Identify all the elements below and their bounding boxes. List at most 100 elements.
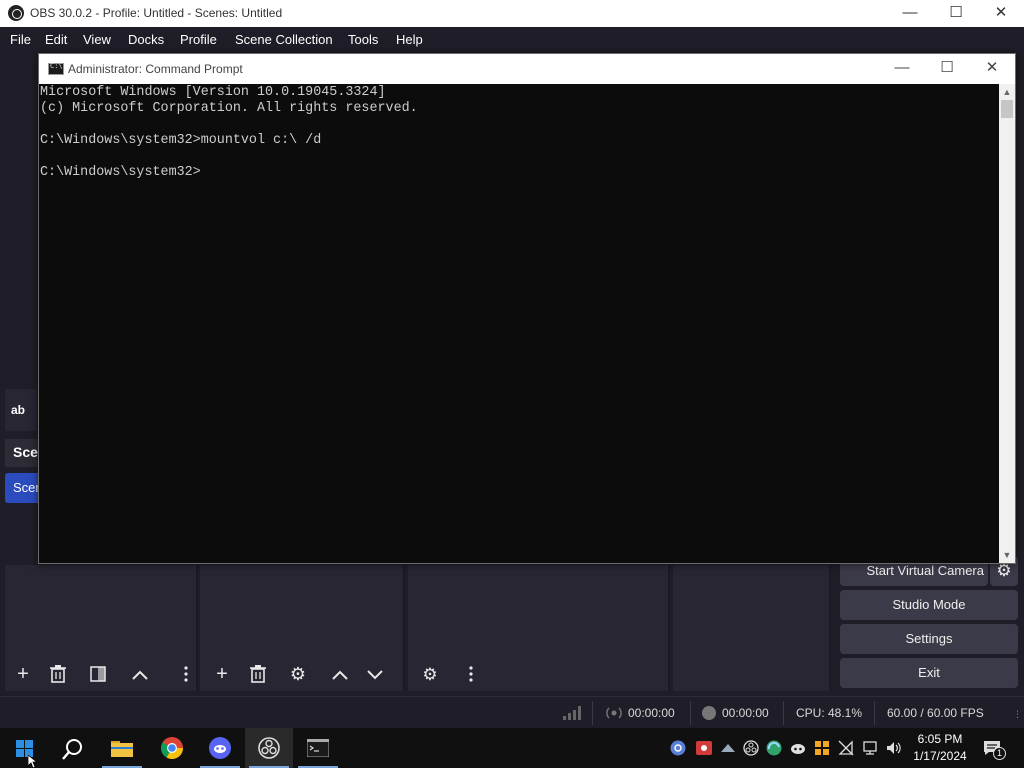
tray-discord-icon[interactable] — [790, 740, 806, 756]
menu-docks[interactable]: Docks — [128, 32, 164, 47]
cmd-titlebar[interactable]: Administrator: Command Prompt — ☐ ✕ — [39, 54, 1015, 84]
tray-network-off-icon[interactable] — [838, 740, 854, 756]
record-status-icon — [702, 706, 716, 720]
tray-volume-icon[interactable] — [886, 740, 902, 756]
menu-view[interactable]: View — [83, 32, 111, 47]
cmd-maximize-icon[interactable]: ☐ — [924, 54, 970, 84]
fps-readout: 60.00 / 60.00 FPS — [887, 706, 984, 720]
studio-mode-button[interactable]: Studio Mode — [840, 590, 1018, 620]
tray-ethernet-icon[interactable] — [862, 740, 878, 756]
scrollbar-thumb[interactable] — [1001, 100, 1013, 118]
menu-profile[interactable]: Profile — [180, 32, 217, 47]
menu-file[interactable]: File — [10, 32, 31, 47]
cmd-close-icon[interactable]: ✕ — [969, 54, 1015, 84]
scene-list-item[interactable]: Scen — [5, 473, 43, 503]
tray-steam-icon[interactable] — [720, 740, 736, 756]
obs-icon — [258, 737, 280, 759]
taskbar-clock[interactable]: 6:05 PM 1/17/2024 — [908, 731, 972, 765]
cmd-window-title: Administrator: Command Prompt — [68, 62, 243, 76]
resize-grip-icon[interactable]: ⋮ — [1013, 709, 1022, 719]
cmd-minimize-icon[interactable]: — — [879, 54, 925, 84]
scene-filters-button[interactable] — [83, 659, 113, 689]
remove-source-button[interactable] — [243, 659, 273, 689]
start-virtual-camera-label: Start Virtual Camera — [866, 563, 984, 578]
move-scene-up-button[interactable] — [125, 659, 155, 689]
tray-obs-icon[interactable] — [743, 740, 759, 756]
discord-taskbar-button[interactable] — [196, 728, 244, 768]
chevron-down-icon — [367, 670, 383, 680]
cmd-console-output[interactable]: Microsoft Windows [Version 10.0.19045.33… — [39, 84, 999, 563]
clock-time: 6:05 PM — [917, 732, 963, 746]
obs-window-title: OBS 30.0.2 - Profile: Untitled - Scenes:… — [30, 6, 283, 20]
windows-taskbar: 6:05 PM 1/17/2024 1 — [0, 728, 1024, 768]
trash-icon — [50, 665, 66, 683]
audio-mixer-more-button[interactable] — [456, 659, 486, 689]
move-source-up-button[interactable] — [325, 659, 355, 689]
transitions-dock-panel — [673, 565, 831, 691]
console-prompt-line[interactable]: C:\Windows\system32> — [40, 165, 999, 181]
advanced-audio-properties-button[interactable]: ⚙ — [415, 659, 445, 689]
close-icon[interactable]: ✕ — [978, 0, 1024, 27]
filter-icon — [90, 666, 106, 682]
minimize-icon[interactable]: — — [887, 0, 933, 27]
search-button[interactable] — [48, 728, 96, 768]
gears-icon: ⚙ — [422, 665, 438, 684]
stream-time: 00:00:00 — [628, 706, 675, 720]
maximize-icon[interactable]: ☐ — [933, 0, 979, 27]
notification-count-badge: 1 — [993, 747, 1006, 760]
menu-help[interactable]: Help — [396, 32, 423, 47]
search-icon — [62, 739, 82, 760]
scenes-more-button[interactable] — [171, 659, 201, 689]
settings-button[interactable]: Settings — [840, 624, 1018, 654]
obs-taskbar-button[interactable] — [245, 728, 293, 768]
obs-statusbar: 00:00:00 00:00:00 CPU: 48.1% 60.00 / 60.… — [0, 696, 1024, 728]
menu-tools[interactable]: Tools — [348, 32, 378, 47]
signal-strength-icon — [563, 706, 581, 720]
cpu-usage: CPU: 48.1% — [796, 706, 863, 720]
trash-icon — [250, 665, 266, 683]
scroll-down-arrow-icon[interactable]: ▼ — [999, 547, 1015, 563]
console-line: (c) Microsoft Corporation. All rights re… — [40, 101, 418, 116]
console-line: Microsoft Windows [Version 10.0.19045.33… — [40, 85, 386, 100]
more-vertical-icon — [184, 666, 188, 682]
tray-security-icon[interactable] — [814, 740, 830, 756]
record-time: 00:00:00 — [722, 706, 769, 720]
chevron-up-icon — [132, 670, 148, 680]
console-line: C:\Windows\system32>mountvol c:\ /d — [40, 133, 322, 148]
cmd-app-icon — [48, 62, 64, 75]
tray-edge-icon[interactable] — [766, 740, 782, 756]
action-center-button[interactable]: 1 — [980, 738, 1008, 760]
command-prompt-taskbar-button[interactable] — [294, 728, 342, 768]
chevron-up-icon — [332, 670, 348, 680]
move-source-down-button[interactable] — [360, 659, 390, 689]
menu-scene-collection[interactable]: Scene Collection — [235, 32, 333, 47]
scenes-dock-header: Scen — [5, 439, 46, 467]
more-vertical-icon — [469, 666, 473, 682]
tray-app-icon[interactable] — [670, 740, 686, 756]
scroll-up-arrow-icon[interactable]: ▲ — [999, 84, 1015, 100]
text-source-icon[interactable]: ab — [5, 389, 37, 431]
mouse-cursor-icon — [28, 755, 38, 768]
start-button[interactable] — [0, 728, 48, 768]
remove-scene-button[interactable] — [43, 659, 73, 689]
clock-date: 1/17/2024 — [913, 749, 967, 763]
add-source-button[interactable]: + — [207, 659, 237, 689]
folder-icon — [111, 741, 133, 757]
obs-logo-icon — [8, 5, 24, 21]
tray-recorder-icon[interactable] — [696, 740, 712, 756]
exit-button[interactable]: Exit — [840, 658, 1018, 688]
audio-mixer-dock-panel — [408, 565, 670, 691]
obs-titlebar: OBS 30.0.2 - Profile: Untitled - Scenes:… — [0, 0, 1024, 27]
chrome-icon — [161, 737, 183, 759]
cmd-scrollbar[interactable]: ▲ ▼ — [999, 84, 1015, 563]
menu-edit[interactable]: Edit — [45, 32, 67, 47]
obs-menubar: File Edit View Docks Profile Scene Colle… — [0, 27, 1024, 53]
file-explorer-taskbar-button[interactable] — [98, 728, 146, 768]
command-prompt-window[interactable]: Administrator: Command Prompt — ☐ ✕ Micr… — [38, 53, 1016, 564]
chrome-taskbar-button[interactable] — [148, 728, 196, 768]
add-scene-button[interactable]: + — [8, 659, 38, 689]
source-properties-button[interactable]: ⚙ — [283, 659, 313, 689]
discord-icon — [209, 737, 231, 759]
